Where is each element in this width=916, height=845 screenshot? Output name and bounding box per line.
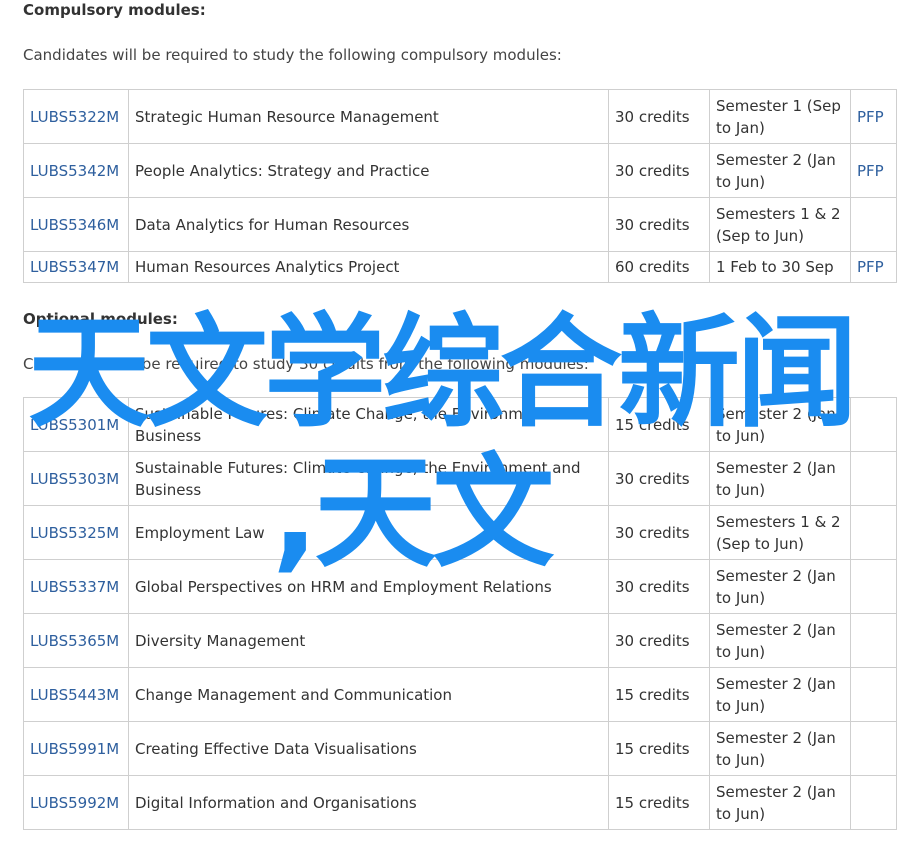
- module-pfp-cell: PFP: [850, 89, 897, 144]
- module-pfp-cell: [850, 775, 897, 830]
- module-title-cell: Creating Effective Data Visualisations: [128, 721, 609, 776]
- module-pfp-cell: [850, 667, 897, 722]
- module-semester-cell: Semesters 1 & 2 (Sep to Jun): [709, 197, 851, 252]
- module-semester-cell: Semester 2 (Jan to Jun): [709, 775, 851, 830]
- module-pfp-cell: [850, 197, 897, 252]
- module-pfp-cell: [850, 721, 897, 776]
- module-code-cell: LUBS5342M: [23, 143, 129, 198]
- module-row: LUBS5365M Diversity Management 30 credits S…: [23, 613, 897, 668]
- module-semester-cell: Semester 2 (Jan to Jun): [709, 613, 851, 668]
- module-row: LUBS5346M Data Analytics for Human Resour…: [23, 197, 897, 252]
- module-title-cell: Human Resources Analytics Project: [128, 251, 609, 283]
- module-pfp-cell: [850, 397, 897, 452]
- module-title-cell: Strategic Human Resource Management: [128, 89, 609, 144]
- module-row: LUBS5342M People Analytics: Strategy and …: [23, 143, 897, 198]
- module-semester-cell: Semester 2 (Jan to Jun): [709, 667, 851, 722]
- module-pfp-cell: [850, 559, 897, 614]
- module-code-link[interactable]: LUBS5322M: [30, 108, 119, 126]
- module-code-cell: LUBS5443M: [23, 667, 129, 722]
- module-code-link[interactable]: LUBS5992M: [30, 794, 119, 812]
- module-code-cell: LUBS5303M: [23, 451, 129, 506]
- module-semester-cell: Semester 2 (Jan to Jun): [709, 721, 851, 776]
- module-semester-cell: Semester 2 (Jan to Jun): [709, 143, 851, 198]
- module-semester-cell: Semester 2 (Jan to Jun): [709, 559, 851, 614]
- module-code-cell: LUBS5365M: [23, 613, 129, 668]
- module-credits-cell: 30 credits: [608, 89, 710, 144]
- compulsory-heading: Compulsory modules:: [23, 1, 206, 19]
- module-code-link[interactable]: LUBS5342M: [30, 162, 119, 180]
- pfp-link[interactable]: PFP: [857, 108, 884, 126]
- pfp-link[interactable]: PFP: [857, 162, 884, 180]
- module-code-link[interactable]: LUBS5325M: [30, 524, 119, 542]
- module-pfp-cell: PFP: [850, 143, 897, 198]
- module-credits-cell: 30 credits: [608, 197, 710, 252]
- module-code-link[interactable]: LUBS5991M: [30, 740, 119, 758]
- module-credits-cell: 60 credits: [608, 251, 710, 283]
- module-credits-cell: 15 credits: [608, 775, 710, 830]
- module-title-cell: Data Analytics for Human Resources: [128, 197, 609, 252]
- module-title-cell: Digital Information and Organisations: [128, 775, 609, 830]
- module-code-link[interactable]: LUBS5443M: [30, 686, 119, 704]
- module-code-link[interactable]: LUBS5365M: [30, 632, 119, 650]
- module-code-link[interactable]: LUBS5346M: [30, 216, 119, 234]
- module-row: LUBS5322M Strategic Human Resource Manage…: [23, 89, 897, 144]
- module-credits-cell: 30 credits: [608, 451, 710, 506]
- module-title-cell: Diversity Management: [128, 613, 609, 668]
- module-title-cell: People Analytics: Strategy and Practice: [128, 143, 609, 198]
- module-code-link[interactable]: LUBS5337M: [30, 578, 119, 596]
- module-code-cell: LUBS5346M: [23, 197, 129, 252]
- module-code-cell: LUBS5325M: [23, 505, 129, 560]
- module-credits-cell: 15 credits: [608, 667, 710, 722]
- module-semester-cell: Semesters 1 & 2 (Sep to Jun): [709, 505, 851, 560]
- module-code-cell: LUBS5992M: [23, 775, 129, 830]
- module-code-cell: LUBS5347M: [23, 251, 129, 283]
- module-code-cell: LUBS5337M: [23, 559, 129, 614]
- module-semester-cell: Semester 2 (Jan to Jun): [709, 451, 851, 506]
- module-semester-cell: 1 Feb to 30 Sep: [709, 251, 851, 283]
- module-row: LUBS5347M Human Resources Analytics Proje…: [23, 251, 897, 283]
- module-credits-cell: 30 credits: [608, 613, 710, 668]
- module-credits-cell: 15 credits: [608, 721, 710, 776]
- overlay-watermark-text-line2: ,天文: [272, 442, 554, 584]
- module-credits-cell: 30 credits: [608, 143, 710, 198]
- module-row: LUBS5443M Change Management and Communica…: [23, 667, 897, 722]
- module-credits-cell: 30 credits: [608, 559, 710, 614]
- module-semester-cell: Semester 1 (Sep to Jan): [709, 89, 851, 144]
- module-code-link[interactable]: LUBS5347M: [30, 258, 119, 276]
- module-row: LUBS5991M Creating Effective Data Visuali…: [23, 721, 897, 776]
- module-pfp-cell: [850, 613, 897, 668]
- compulsory-modules-table: LUBS5322M Strategic Human Resource Manage…: [23, 89, 897, 283]
- module-pfp-cell: [850, 505, 897, 560]
- module-pfp-cell: PFP: [850, 251, 897, 283]
- module-row: LUBS5992M Digital Information and Organis…: [23, 775, 897, 830]
- module-code-cell: LUBS5991M: [23, 721, 129, 776]
- module-code-cell: LUBS5322M: [23, 89, 129, 144]
- overlay-watermark-text-line1: 天文学综合新闻: [28, 302, 858, 444]
- module-pfp-cell: [850, 451, 897, 506]
- module-code-link[interactable]: LUBS5303M: [30, 470, 119, 488]
- module-credits-cell: 30 credits: [608, 505, 710, 560]
- compulsory-intro: Candidates will be required to study the…: [23, 46, 562, 64]
- pfp-link[interactable]: PFP: [857, 258, 884, 276]
- module-title-cell: Change Management and Communication: [128, 667, 609, 722]
